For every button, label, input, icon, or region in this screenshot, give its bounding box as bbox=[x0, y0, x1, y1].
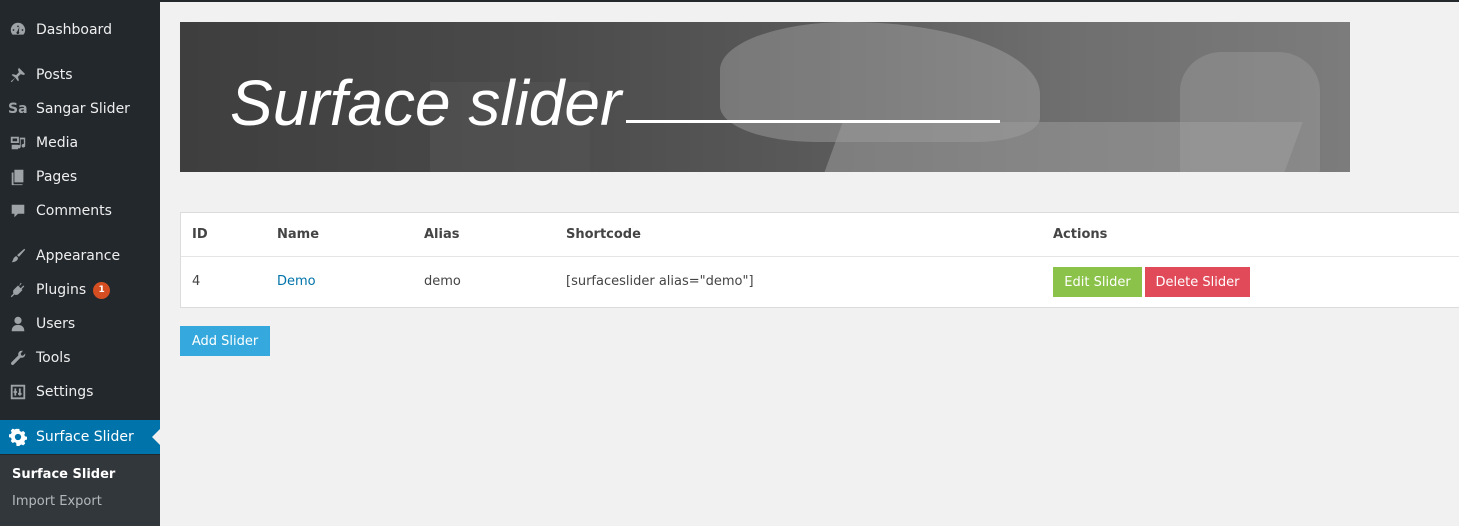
sidebar-item-label: Dashboard bbox=[36, 22, 112, 38]
comment-icon bbox=[0, 202, 36, 220]
sidebar-item-tools[interactable]: Tools bbox=[0, 341, 160, 375]
sidebar-item-label: Pages bbox=[36, 169, 78, 185]
sidebar-item-label: Posts bbox=[36, 67, 73, 83]
column-header-id: ID bbox=[192, 227, 208, 242]
top-edge bbox=[0, 0, 1459, 2]
sidebar-item-users[interactable]: Users bbox=[0, 307, 160, 341]
sidebar-item-label: Tools bbox=[36, 350, 71, 366]
sidebar-item-label: Surface Slider bbox=[36, 429, 134, 445]
column-header-alias: Alias bbox=[424, 227, 460, 242]
sidebar-item-dashboard[interactable]: Dashboard bbox=[0, 13, 160, 47]
cell-id: 4 bbox=[192, 274, 201, 289]
banner-underline bbox=[626, 120, 1000, 123]
sidebar-item-surface-slider[interactable]: Surface Slider bbox=[0, 420, 160, 454]
dashboard-icon bbox=[0, 21, 36, 39]
pushpin-icon bbox=[0, 66, 36, 84]
sidebar-item-plugins[interactable]: Plugins 1 bbox=[0, 273, 160, 307]
sidebar-item-label: Sangar Slider bbox=[36, 101, 130, 117]
sidebar-item-label: Media bbox=[36, 135, 79, 151]
sidebar-item-label: Comments bbox=[36, 203, 112, 219]
admin-sidebar: Dashboard Posts Sa Sangar Slider Media P… bbox=[0, 0, 160, 526]
surface-slider-submenu: Surface Slider Import Export bbox=[0, 455, 160, 526]
sidebar-item-label: Appearance bbox=[36, 248, 121, 264]
sidebar-item-appearance[interactable]: Appearance bbox=[0, 239, 160, 273]
sidebar-item-media[interactable]: Media bbox=[0, 126, 160, 160]
sidebar-item-label: Settings bbox=[36, 384, 94, 400]
settings-icon bbox=[0, 383, 36, 401]
update-count-badge: 1 bbox=[93, 281, 111, 299]
column-header-shortcode: Shortcode bbox=[566, 227, 641, 242]
sidebar-item-pages[interactable]: Pages bbox=[0, 160, 160, 194]
sidebar-item-sangar-slider[interactable]: Sa Sangar Slider bbox=[0, 92, 160, 126]
pages-icon bbox=[0, 168, 36, 186]
sidebar-item-comments[interactable]: Comments bbox=[0, 194, 160, 228]
sidebar-item-settings[interactable]: Settings bbox=[0, 375, 160, 409]
gear-icon bbox=[0, 428, 36, 446]
plugin-icon bbox=[0, 281, 36, 299]
submenu-item-surface-slider[interactable]: Surface Slider bbox=[12, 467, 115, 482]
paintbrush-icon bbox=[0, 247, 36, 265]
cell-shortcode: [surfaceslider alias="demo"] bbox=[566, 274, 754, 289]
sidebar-item-label: Plugins bbox=[36, 282, 87, 298]
wrench-icon bbox=[0, 349, 36, 367]
banner-title: Surface slider bbox=[230, 67, 622, 139]
sa-text-icon: Sa bbox=[8, 101, 28, 117]
user-icon bbox=[0, 315, 36, 333]
column-header-name: Name bbox=[277, 227, 320, 242]
sidebar-item-label: Users bbox=[36, 316, 76, 332]
header-banner: Surface slider bbox=[180, 22, 1350, 172]
cell-alias: demo bbox=[424, 274, 461, 289]
table-header: ID Name Alias Shortcode Actions bbox=[181, 213, 1459, 257]
submenu-item-import-export[interactable]: Import Export bbox=[12, 494, 102, 509]
add-slider-button[interactable]: Add Slider bbox=[180, 326, 270, 356]
media-icon bbox=[0, 134, 36, 152]
edit-slider-button[interactable]: Edit Slider bbox=[1053, 267, 1142, 297]
slider-name-link[interactable]: Demo bbox=[277, 274, 316, 289]
sliders-table: ID Name Alias Shortcode Actions 4 Demo d… bbox=[180, 212, 1459, 308]
delete-slider-button[interactable]: Delete Slider bbox=[1145, 267, 1250, 297]
column-header-actions: Actions bbox=[1053, 227, 1108, 242]
sidebar-item-posts[interactable]: Posts bbox=[0, 58, 160, 92]
banner-photo-shape bbox=[1180, 52, 1320, 172]
